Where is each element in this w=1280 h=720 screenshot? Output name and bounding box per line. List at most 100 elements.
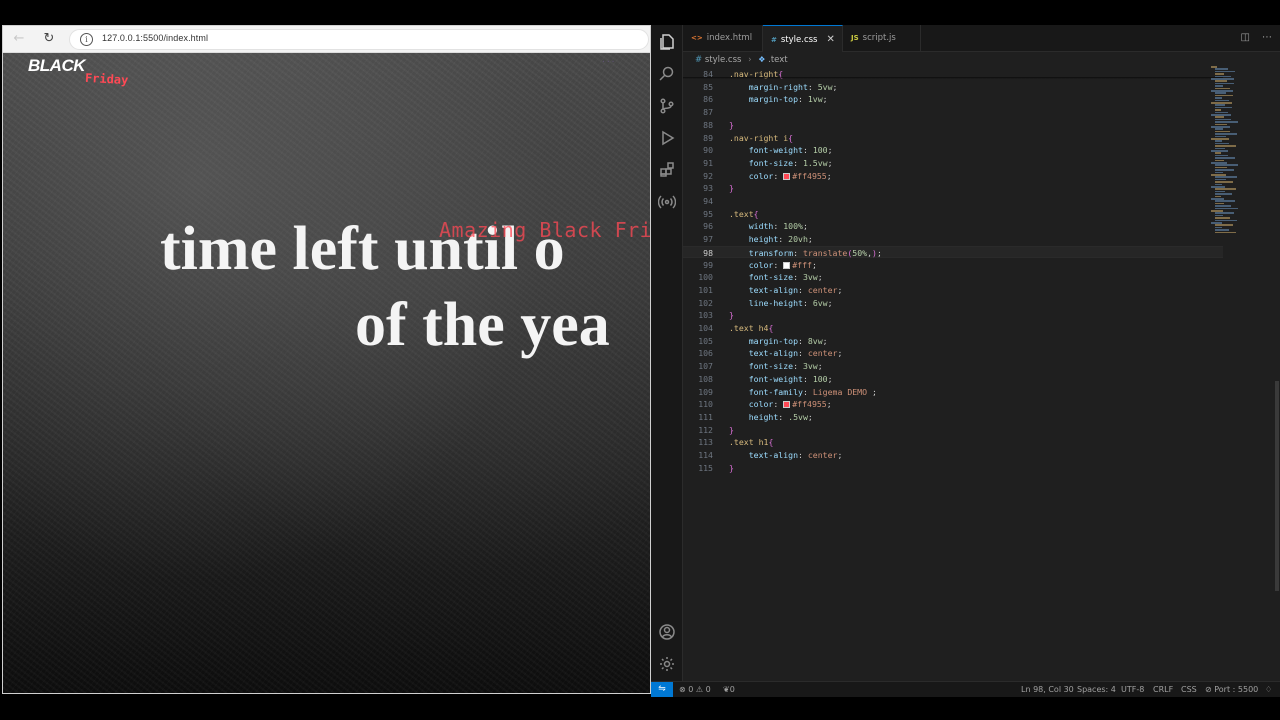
- token: ;: [832, 81, 838, 92]
- minimap[interactable]: [1211, 66, 1251, 246]
- code-line[interactable]: 92 color: #ff4955;: [683, 170, 1223, 183]
- code-line[interactable]: 88}: [683, 119, 1223, 132]
- line-endings[interactable]: CRLF: [1153, 682, 1173, 697]
- remote-broadcast-icon[interactable]: [657, 193, 677, 213]
- code-line[interactable]: 103}: [683, 309, 1223, 322]
- code-line[interactable]: 101 text-align: center;: [683, 284, 1223, 297]
- nav-right-link[interactable]: ...: [601, 55, 615, 64]
- code-line[interactable]: 86 margin-top: 1vw;: [683, 93, 1223, 106]
- token: ;: [822, 94, 828, 105]
- code-text: font-family: Ligema DEMO ;: [729, 386, 877, 399]
- line-number: 114: [698, 450, 713, 460]
- token: ;: [826, 170, 832, 181]
- minimap-line: [1215, 195, 1221, 198]
- token: {: [768, 323, 774, 333]
- info-icon[interactable]: i: [80, 33, 93, 46]
- code-line[interactable]: 85 margin-right: 5vw;: [683, 81, 1223, 94]
- code-text: width: 100%;: [729, 220, 808, 233]
- minimap-line: [1215, 92, 1226, 94]
- scrollbar-thumb[interactable]: [1275, 381, 1279, 591]
- code-line[interactable]: 113 .text h1{: [683, 436, 1223, 449]
- tab-style-css[interactable]: # style.css ✕: [763, 25, 843, 52]
- more-actions-icon[interactable]: ⋯: [1262, 32, 1272, 43]
- code-line[interactable]: 87: [683, 106, 1223, 119]
- token: }: [729, 119, 734, 130]
- code-line[interactable]: 91 font-size: 1.5vw;: [683, 157, 1223, 170]
- minimap-line: [1215, 164, 1238, 166]
- code-line[interactable]: 115}: [683, 462, 1223, 475]
- search-icon[interactable]: [657, 65, 677, 85]
- code-line[interactable]: 112}: [683, 424, 1223, 437]
- code-line[interactable]: 99 color: #fff;: [683, 259, 1223, 272]
- back-arrow-icon[interactable]: ←: [11, 31, 27, 47]
- minimap-line: [1215, 142, 1229, 145]
- remote-indicator-icon[interactable]: ⇋: [651, 682, 673, 697]
- settings-gear-icon[interactable]: [657, 655, 677, 675]
- address-bar[interactable]: i 127.0.0.1:5500/index.html: [69, 29, 649, 50]
- breadcrumb-file[interactable]: style.css: [705, 55, 742, 65]
- minimap-line: [1211, 78, 1234, 80]
- symbol-icon: ❖: [758, 55, 766, 64]
- code-line[interactable]: 100 font-size: 3vw;: [683, 271, 1223, 284]
- code-line[interactable]: 98 transform: translate(50%,);: [683, 245, 1223, 259]
- code-line[interactable]: 110 color: #ff4955;: [683, 398, 1223, 411]
- code-line[interactable]: 89 .nav-right i{: [683, 132, 1223, 145]
- minimap-line: [1211, 210, 1223, 212]
- code-text: }: [729, 182, 734, 195]
- language-mode[interactable]: CSS: [1181, 682, 1197, 697]
- code-line[interactable]: 106 text-align: center;: [683, 347, 1223, 360]
- encoding[interactable]: UTF-8: [1121, 682, 1144, 697]
- code-line[interactable]: 94: [683, 195, 1223, 208]
- token: ;: [822, 335, 828, 346]
- minimap-line: [1215, 200, 1235, 202]
- run-debug-icon[interactable]: [657, 129, 677, 149]
- extensions-icon[interactable]: [657, 161, 677, 181]
- cursor-position[interactable]: Ln 98, Col 30: [1021, 682, 1074, 697]
- code-line[interactable]: 108 font-weight: 100;: [683, 373, 1223, 386]
- split-editor-icon[interactable]: ◫: [1241, 32, 1250, 43]
- minimap-line: [1215, 152, 1221, 154]
- tab-script-js[interactable]: JS script.js: [843, 25, 921, 52]
- code-line[interactable]: 111 height: .5vw;: [683, 411, 1223, 424]
- code-line[interactable]: 105 margin-top: 8vw;: [683, 335, 1223, 348]
- minimap-line: [1215, 171, 1223, 174]
- breadcrumb-symbol[interactable]: .text: [768, 55, 787, 65]
- code-editor[interactable]: 84 .nav-right{85 margin-right: 5vw; 86 mar…: [683, 68, 1223, 681]
- color-swatch[interactable]: [783, 261, 791, 269]
- problems-indicator[interactable]: ⊗ 0 ⚠ 0: [679, 682, 711, 697]
- code-line[interactable]: 102 line-height: 6vw;: [683, 297, 1223, 310]
- color-swatch[interactable]: [783, 172, 791, 180]
- tab-index-html[interactable]: <> index.html: [683, 25, 763, 52]
- indentation[interactable]: Spaces: 4: [1077, 682, 1116, 697]
- minimap-line: [1215, 159, 1224, 162]
- close-tab-icon[interactable]: ✕: [827, 34, 835, 45]
- reload-icon[interactable]: ↻: [41, 31, 57, 47]
- code-line[interactable]: 97 height: 20vh;: [683, 233, 1223, 246]
- minimap-line: [1215, 85, 1223, 87]
- code-line[interactable]: 90 font-weight: 100;: [683, 144, 1223, 157]
- ports-indicator[interactable]: ❦0: [723, 682, 735, 697]
- url-text[interactable]: 127.0.0.1:5500/index.html: [102, 33, 208, 43]
- source-control-icon[interactable]: [657, 97, 677, 117]
- code-line[interactable]: 93}: [683, 182, 1223, 195]
- line-number: 106: [698, 348, 713, 359]
- minimap-line: [1215, 111, 1228, 114]
- color-swatch[interactable]: [783, 401, 791, 409]
- live-server-port[interactable]: ⊘ Port : 5500: [1205, 682, 1258, 697]
- code-line[interactable]: 96 width: 100%;: [683, 220, 1223, 233]
- code-line[interactable]: 104 .text h4{: [683, 322, 1223, 335]
- account-icon[interactable]: [657, 623, 677, 643]
- code-line[interactable]: 95 .text{: [683, 208, 1223, 221]
- notifications-bell-icon[interactable]: ♢: [1265, 682, 1272, 697]
- token: line-height: [748, 297, 803, 308]
- explorer-icon[interactable]: [657, 33, 677, 53]
- logo-friday-text[interactable]: Friday: [85, 71, 129, 87]
- code-line[interactable]: 109 font-family: Ligema DEMO ;: [683, 386, 1223, 399]
- minimap-line: [1215, 224, 1233, 226]
- minimap-line: [1211, 198, 1224, 200]
- code-line[interactable]: 107 font-size: 3vw;: [683, 360, 1223, 373]
- logo-black-text[interactable]: BLACK: [28, 56, 86, 76]
- code-line[interactable]: 114 text-align: center;: [683, 449, 1223, 462]
